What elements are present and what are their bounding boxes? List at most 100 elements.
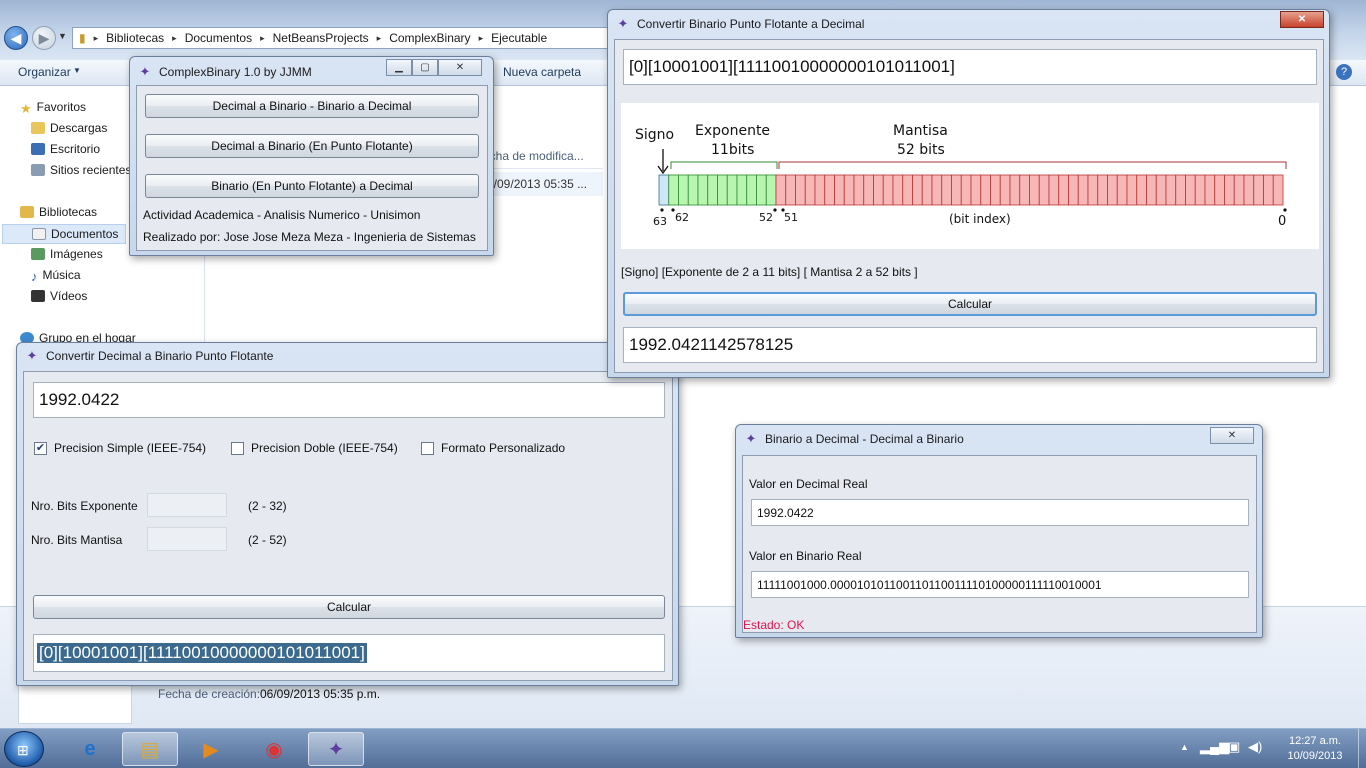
academic-activity-label: Actividad Academica - Analisis Numerico … — [143, 208, 421, 222]
nav-escritorio[interactable]: Escritorio — [31, 142, 100, 156]
exponent-bit-cell — [736, 174, 748, 206]
mantissa-bit-cell — [1126, 174, 1138, 206]
window-title-bar: ✦ Convertir Binario Punto Flotante a Dec… — [616, 14, 865, 34]
mantissa-bit-cell — [873, 174, 884, 206]
binary-value-input[interactable]: 11111001000.0000101011001101100111101000… — [751, 571, 1249, 598]
separator-icon: ▸ — [260, 32, 265, 43]
nav-favoritos[interactable]: ★ Favoritos — [20, 100, 86, 116]
complexbinary-taskbar-icon[interactable]: ✦ — [308, 732, 364, 766]
tray-expand-icon[interactable]: ▲ — [1180, 742, 1189, 752]
minimize-button[interactable]: ▁ — [386, 59, 412, 76]
mantissa-bit-cell — [941, 174, 952, 206]
mantissa-bit-cell — [1048, 174, 1060, 206]
checkbox-icon[interactable] — [421, 441, 434, 455]
nav-videos-label: Vídeos — [50, 289, 88, 303]
exponent-bracket — [670, 161, 778, 169]
decimal-binary-button[interactable]: Decimal a Binario - Binario a Decimal — [145, 94, 479, 118]
nav-sitios-recientes[interactable]: Sitios recientes — [31, 163, 131, 177]
selected-output-text[interactable]: [0][10001001][11110010000000101011001] — [37, 643, 367, 663]
checkbox-icon[interactable] — [231, 441, 244, 455]
nav-documentos[interactable]: Documentos — [2, 224, 126, 244]
complexbinary-main-window: ✦ ComplexBinary 1.0 by JJMM ▁ ▢ ✕ Decima… — [129, 56, 494, 256]
chevron-down-icon[interactable]: ▼ — [58, 31, 67, 41]
decimal-float-button[interactable]: Decimal a Binario (En Punto Flotante) — [145, 134, 479, 158]
binary-value-label: Valor en Binario Real — [749, 549, 862, 563]
nav-descargas[interactable]: Descargas — [31, 121, 107, 135]
help-icon[interactable]: ? — [1336, 64, 1352, 80]
mantissa-bit-cell — [1224, 174, 1235, 206]
mantissa-bit-cell — [795, 174, 806, 206]
decimal-input[interactable]: 1992.0422 — [33, 382, 665, 418]
binary-decimal-panel: Valor en Decimal Real 1992.0422 Valor en… — [742, 455, 1257, 633]
mantissa-bit-cell — [882, 174, 894, 206]
mantissa-bit-cell — [1233, 174, 1245, 206]
tick-dot — [1283, 208, 1287, 212]
tick-dot — [671, 208, 675, 212]
close-button[interactable]: ✕ — [438, 59, 482, 76]
forward-button[interactable]: ▶ — [32, 26, 56, 50]
mantissa-bit-cell — [1243, 174, 1255, 206]
precision-double-option[interactable]: Precision Doble (IEEE-754) — [231, 441, 398, 455]
nav-videos[interactable]: Vídeos — [31, 289, 87, 303]
nav-sitios-label: Sitios recientes — [50, 163, 132, 177]
file-row-date[interactable]: 6/09/2013 05:35 ... — [483, 172, 603, 196]
decimal-output-field[interactable]: 1992.0421142578125 — [623, 327, 1317, 363]
nav-imagenes[interactable]: Imágenes — [31, 247, 103, 261]
mantissa-bits-input[interactable] — [147, 527, 227, 551]
back-button[interactable]: ◀ — [4, 26, 28, 50]
exponent-bits-input[interactable] — [147, 493, 227, 517]
float-decimal-button[interactable]: Binario (En Punto Flotante) a Decimal — [145, 174, 479, 198]
bit-index-63: 63 — [653, 215, 667, 228]
new-folder-button[interactable]: Nueva carpeta — [503, 65, 581, 79]
float-output-field[interactable]: [0][10001001][11110010000000101011001] — [33, 634, 665, 672]
binary-decimal-window: ✦ Binario a Decimal - Decimal a Binario … — [735, 424, 1263, 638]
mantissa-bit-cell — [804, 174, 816, 206]
media-player-taskbar-icon[interactable]: ▶ — [183, 732, 239, 766]
device-icon[interactable]: ▣ — [1228, 739, 1240, 755]
ieee754-double-diagram: Signo Exponente 11bits Mantisa 52 bits 6… — [621, 103, 1319, 249]
calculate-button[interactable]: Calcular — [33, 595, 665, 619]
nav-bibliotecas[interactable]: Bibliotecas — [20, 205, 97, 219]
start-button[interactable]: ⊞ — [4, 731, 44, 767]
nav-imagenes-label: Imágenes — [50, 247, 103, 261]
column-header-date[interactable]: echa de modifica... — [483, 143, 603, 169]
breadcrumb-documentos[interactable]: Documentos — [185, 31, 252, 45]
exponent-bit-cell — [668, 174, 679, 206]
exponent-bit-cell — [687, 174, 699, 206]
breadcrumb-complexbinary[interactable]: ComplexBinary — [389, 31, 470, 45]
breadcrumb-netbeansprojects[interactable]: NetBeansProjects — [273, 31, 369, 45]
format-hint-label: [Signo] [Exponente de 2 a 11 bits] [ Man… — [621, 265, 918, 279]
float-to-decimal-panel: [0][10001001][11110010000000101011001] S… — [614, 39, 1324, 373]
downloads-folder-icon — [31, 122, 45, 134]
chrome-taskbar-icon[interactable]: ◉ — [246, 732, 302, 766]
mantissa-bit-cell — [1155, 174, 1167, 206]
organize-menu[interactable]: Organizar — [18, 65, 71, 79]
precision-simple-option[interactable]: ✔ Precision Simple (IEEE-754) — [34, 441, 206, 455]
decimal-value-input[interactable]: 1992.0422 — [751, 499, 1249, 526]
binary-float-input[interactable]: [0][10001001][11110010000000101011001] — [623, 49, 1317, 85]
breadcrumb-ejecutable[interactable]: Ejecutable — [491, 31, 547, 45]
mantissa-bit-cell — [843, 174, 855, 206]
network-icon[interactable]: ▂▄▆ — [1200, 739, 1229, 755]
nav-musica[interactable]: ♪ Música — [31, 268, 81, 284]
checkbox-checked-icon[interactable]: ✔ — [34, 441, 47, 455]
mantissa-bit-cell — [1077, 174, 1089, 206]
nav-documentos-label: Documentos — [51, 227, 119, 241]
volume-icon[interactable]: ◀) — [1248, 739, 1262, 755]
mantissa-bit-cell — [1136, 174, 1147, 206]
custom-format-option[interactable]: Formato Personalizado — [421, 441, 565, 455]
mantissa-bit-cell — [931, 174, 943, 206]
music-icon: ♪ — [31, 269, 38, 284]
maximize-button[interactable]: ▢ — [412, 59, 438, 76]
window-title: ComplexBinary 1.0 by JJMM — [159, 65, 312, 79]
created-date-label: Fecha de creación: — [158, 687, 261, 701]
internet-explorer-taskbar-icon[interactable]: e — [62, 732, 118, 766]
close-button[interactable]: ✕ — [1210, 427, 1254, 444]
close-button[interactable]: ✕ — [1280, 11, 1324, 28]
calculate-button[interactable]: Calcular — [623, 292, 1317, 316]
decimal-value-label: Valor en Decimal Real — [749, 477, 868, 491]
taskbar-clock[interactable]: 12:27 a.m. 10/09/2013 — [1270, 734, 1360, 764]
explorer-taskbar-icon[interactable]: ▤ — [122, 732, 178, 766]
breadcrumb-bibliotecas[interactable]: Bibliotecas — [106, 31, 164, 45]
mantissa-bit-cell — [785, 174, 796, 206]
